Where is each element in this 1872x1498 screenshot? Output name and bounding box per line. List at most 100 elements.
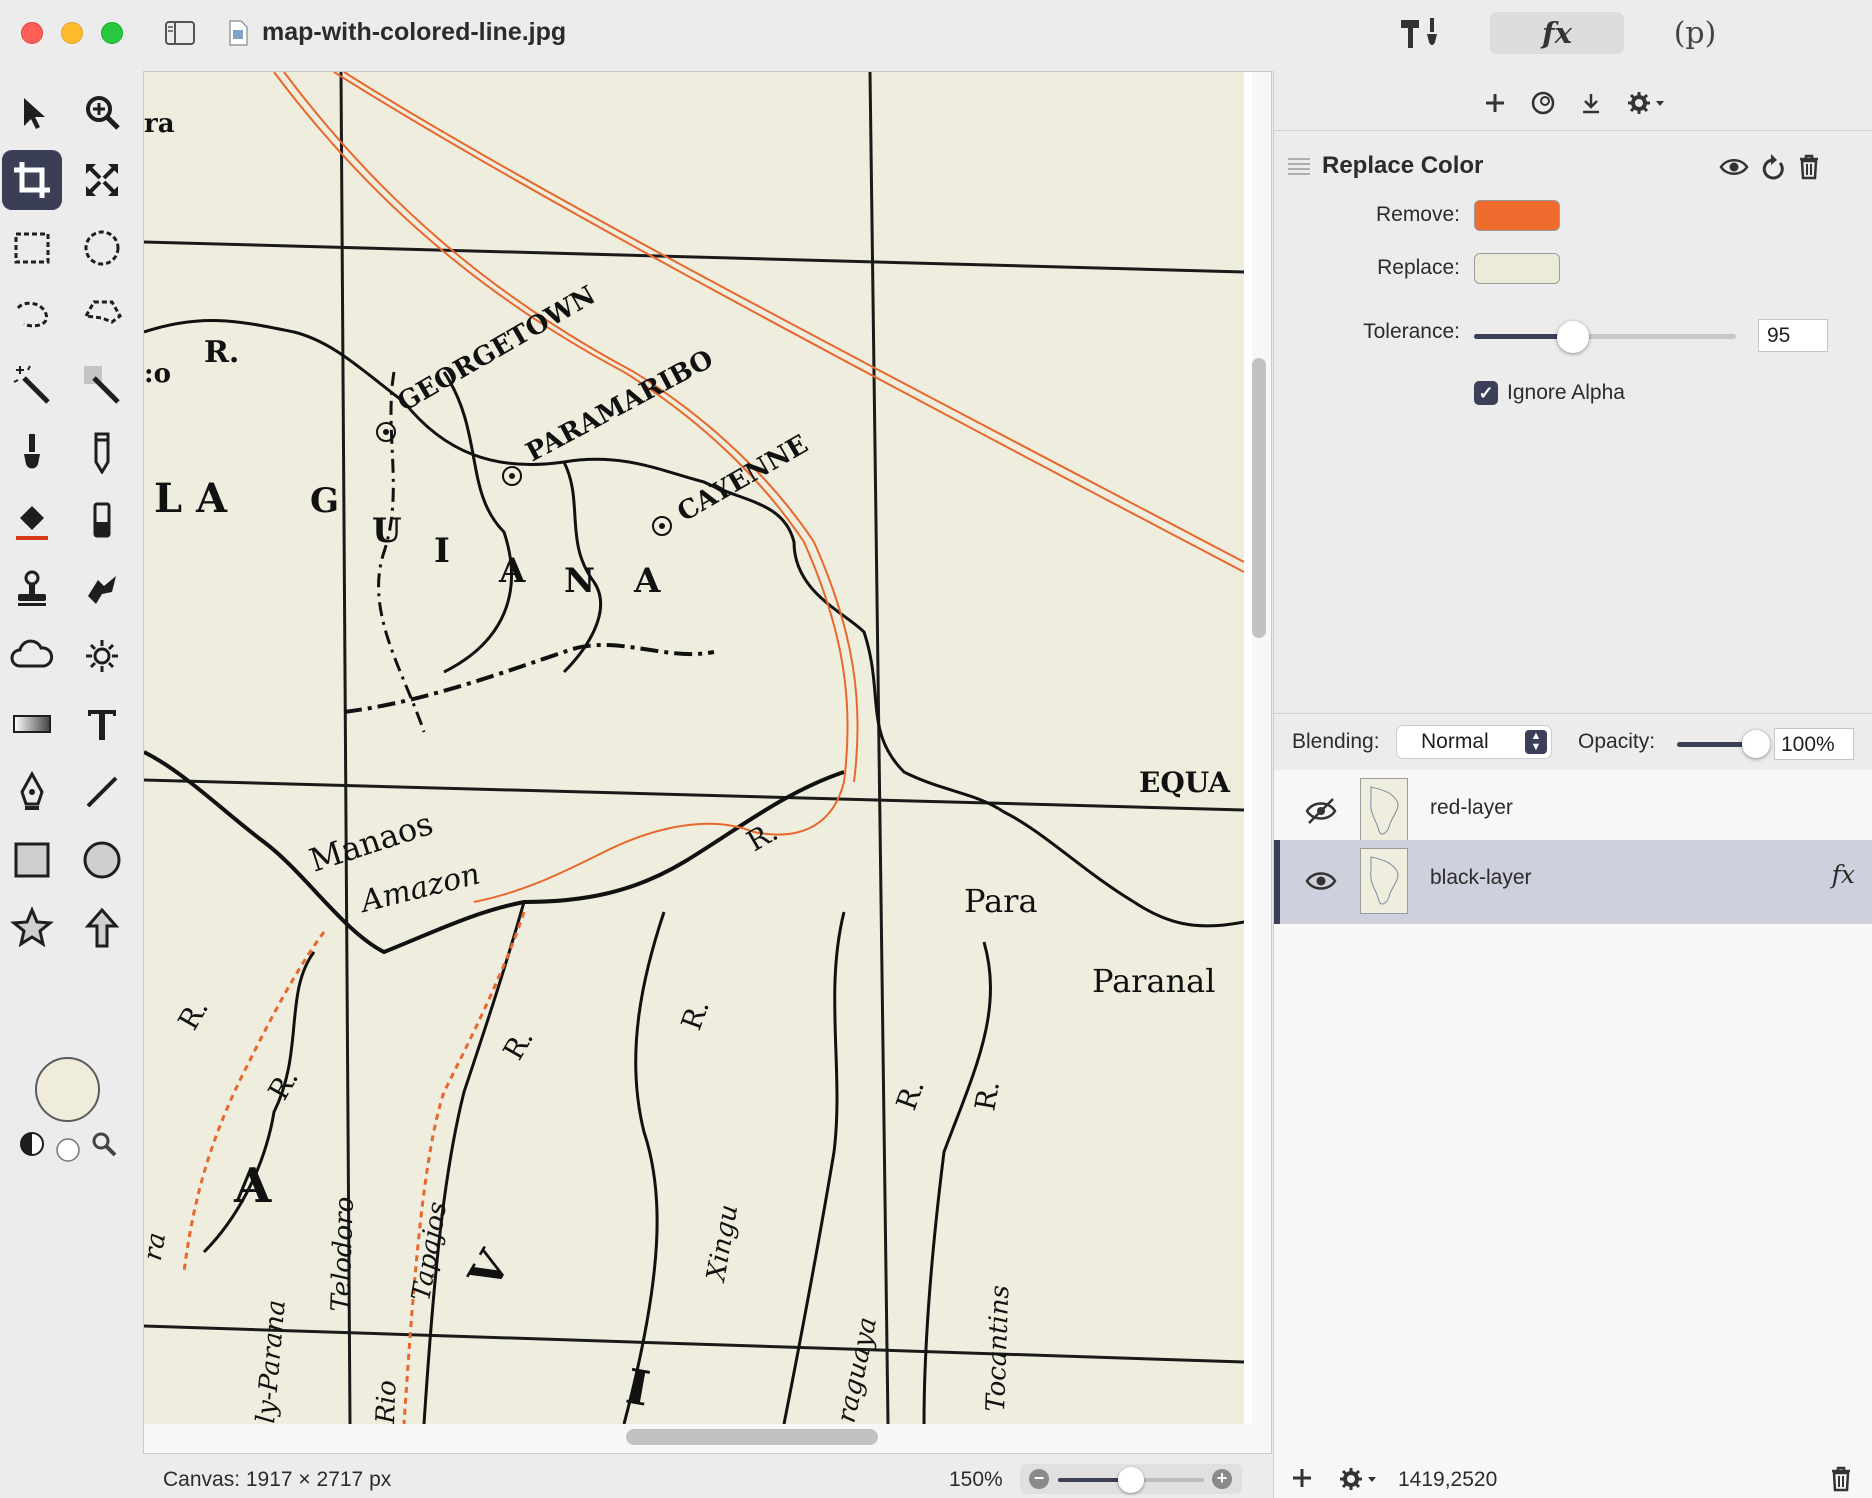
reset-icon[interactable] (1758, 152, 1788, 182)
add-effect-icon[interactable] (1482, 90, 1508, 116)
eyedropper-magnifier-icon[interactable] (90, 1130, 118, 1158)
status-bar: Canvas: 1917 × 2717 px 150% − + (143, 1458, 1272, 1498)
zoom-out-icon[interactable]: − (1029, 1469, 1049, 1489)
blending-mode-select[interactable]: Normal ▲ ▼ (1397, 726, 1551, 758)
layer-footer: 1419,2520 (1274, 1458, 1872, 1498)
map-label-big-a: A (233, 1158, 272, 1214)
map-label-paranal: Paranal (1092, 962, 1215, 1000)
map-label-rio: Rio (371, 1380, 403, 1424)
download-effect-icon[interactable] (1578, 90, 1604, 116)
ignore-alpha-checkbox[interactable]: ✓ (1474, 381, 1498, 405)
ignore-alpha-label: Ignore Alpha (1507, 381, 1625, 404)
remove-label: Remove: (1375, 203, 1460, 226)
layer-list: red-layer black-layer fx (1274, 770, 1872, 1498)
eye-icon[interactable] (1304, 866, 1338, 896)
foreground-color-well[interactable] (35, 1057, 100, 1122)
map-label-ra2: ra (144, 1230, 172, 1263)
eye-icon[interactable] (1719, 152, 1749, 182)
scale-tool-icon[interactable] (72, 150, 132, 210)
layer-row[interactable]: black-layer fx (1274, 840, 1872, 924)
zoom-window-button[interactable] (101, 22, 123, 44)
parameters-panel-button[interactable]: (p) (1650, 12, 1740, 54)
crop-tool-icon[interactable] (2, 150, 62, 210)
hammer-brush-icon (1401, 18, 1437, 48)
vertical-scroll-thumb[interactable] (1252, 358, 1266, 638)
delete-layer-icon[interactable] (1830, 1466, 1852, 1497)
minimize-window-button[interactable] (61, 22, 83, 44)
star-tool-icon[interactable] (2, 898, 62, 958)
remove-color-swatch[interactable] (1474, 200, 1560, 231)
title-bar: map-with-colored-line.jpg fx (p) (0, 0, 1872, 70)
document-icon (228, 20, 248, 46)
zoom-tool-icon[interactable] (72, 82, 132, 142)
blending-bar: Blending: Normal ▲ ▼ Opacity: 100% (1274, 714, 1872, 770)
add-layer-icon[interactable] (1290, 1466, 1314, 1495)
rectangle-tool-icon[interactable] (2, 830, 62, 890)
map-image[interactable]: GEORGETOWN PARAMARIBO CAYENNE L A R. :o … (144, 72, 1244, 1424)
horizontal-scroll-thumb[interactable] (626, 1429, 878, 1445)
line-tool-icon[interactable] (72, 762, 132, 822)
filter-title: Replace Color (1322, 152, 1484, 179)
replace-label: Replace: (1377, 256, 1460, 279)
lasso-tool-icon[interactable] (2, 286, 62, 346)
arrow-select-tool-icon[interactable] (4, 82, 64, 142)
map-label-guiana-a1: A (498, 551, 526, 591)
opacity-slider-knob[interactable] (1742, 730, 1770, 758)
tolerance-slider-knob[interactable] (1557, 321, 1589, 353)
layer-settings-gear-icon[interactable] (1338, 1466, 1378, 1497)
effects-toolbar (1274, 82, 1872, 124)
map-label-zo: :o (144, 359, 171, 389)
pencil-tool-icon[interactable] (72, 422, 132, 482)
clone-stamp-tool-icon[interactable] (2, 558, 62, 618)
zoom-in-icon[interactable]: + (1212, 1469, 1232, 1489)
gradient-tool-icon[interactable] (2, 694, 62, 754)
background-color-well[interactable] (54, 1136, 82, 1164)
blending-label: Blending: (1292, 730, 1380, 753)
swap-colors-icon[interactable] (18, 1130, 46, 1158)
effect-settings-gear-icon[interactable] (1626, 90, 1666, 116)
zoom-slider-knob[interactable] (1118, 1467, 1144, 1493)
sidebar-toggle-icon[interactable] (164, 20, 196, 46)
layer-thumbnail (1360, 848, 1408, 914)
ellipse-select-tool-icon[interactable] (72, 218, 132, 278)
layer-effects-badge[interactable]: fx (1832, 860, 1855, 889)
polygon-lasso-tool-icon[interactable] (72, 286, 132, 346)
map-label-guiana-i: I (434, 531, 450, 571)
opacity-value-field[interactable]: 100% (1774, 728, 1854, 760)
effects-panel: Replace Color Remove: Replace: Tolerance… (1273, 70, 1872, 1498)
map-label-r-top: R. (204, 335, 239, 370)
effects-panel-button[interactable]: fx (1490, 12, 1624, 54)
paint-bucket-tool-icon[interactable] (2, 490, 62, 550)
cloud-tool-icon[interactable] (2, 626, 62, 686)
tools-panel-button[interactable] (1384, 12, 1460, 54)
canvas-area[interactable]: GEORGETOWN PARAMARIBO CAYENNE L A R. :o … (143, 71, 1272, 1454)
replace-color-swatch[interactable] (1474, 253, 1560, 284)
document-title: map-with-colored-line.jpg (262, 18, 567, 46)
map-label-telodoro: Telodoro (326, 1196, 360, 1312)
pen-tool-icon[interactable] (2, 762, 62, 822)
delete-filter-icon[interactable] (1794, 152, 1824, 182)
zoom-level-label: 150% (949, 1468, 1003, 1491)
magic-wand-tool-icon[interactable] (2, 354, 62, 414)
text-tool-icon[interactable] (72, 694, 132, 754)
map-label-ra: ra (144, 109, 175, 139)
effect-preset-icon[interactable] (1530, 90, 1556, 116)
smudge-tool-icon[interactable] (72, 558, 132, 618)
color-wand-tool-icon[interactable] (72, 354, 132, 414)
close-window-button[interactable] (21, 22, 43, 44)
map-label-guiana-a2: A (633, 561, 661, 601)
eye-slash-icon[interactable] (1304, 796, 1338, 826)
ellipse-tool-icon[interactable] (72, 830, 132, 890)
brightness-tool-icon[interactable] (72, 626, 132, 686)
tolerance-value-field[interactable]: 95 (1758, 319, 1828, 352)
brush-tool-icon[interactable] (2, 422, 62, 482)
layer-name: red-layer (1430, 796, 1513, 819)
map-label-para: Para (964, 882, 1038, 920)
layer-thumbnail (1360, 778, 1408, 844)
cursor-coordinates: 1419,2520 (1398, 1468, 1498, 1491)
drag-handle-icon[interactable] (1286, 156, 1312, 176)
eraser-tool-icon[interactable] (72, 490, 132, 550)
arrow-shape-tool-icon[interactable] (72, 898, 132, 958)
rect-select-tool-icon[interactable] (2, 218, 62, 278)
blending-mode-value: Normal (1421, 730, 1489, 753)
